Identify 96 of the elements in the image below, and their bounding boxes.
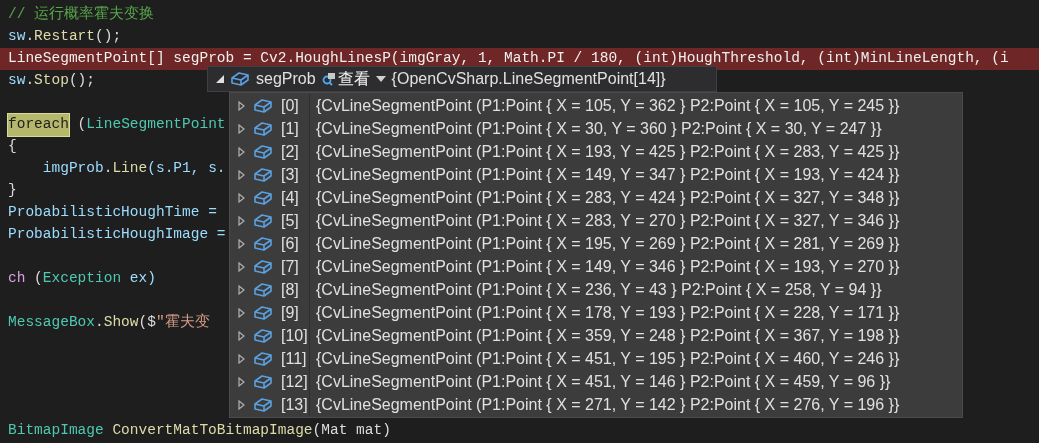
- code-text: (: [76, 115, 87, 135]
- item-value: {CvLineSegmentPoint (P1:Point { X = 283, Y = 270 } P2:Point { X = 327, Y = 346 }}: [315, 210, 900, 231]
- item-value: {CvLineSegmentPoint (P1:Point { X = 236, Y = 43 } P2:Point { X = 258, Y = 94 }}: [315, 279, 882, 300]
- code-text: Show: [103, 313, 139, 333]
- object-icon: [253, 304, 273, 321]
- code-text: BitmapImage: [8, 421, 104, 441]
- item-value: {CvLineSegmentPoint (P1:Point { X = 359, Y = 248 } P2:Point { X = 367, Y = 198 }}: [315, 325, 900, 346]
- item-value: {CvLineSegmentPoint (P1:Point { X = 105, Y = 362 } P2:Point { X = 105, Y = 245 }}: [315, 95, 900, 116]
- code-text: (Mat mat): [312, 421, 391, 441]
- item-index: [9]: [281, 302, 299, 323]
- expand-icon[interactable]: [238, 123, 245, 134]
- item-value: {CvLineSegmentPoint (P1:Point { X = 178, Y = 193 } P2:Point { X = 228, Y = 171 }}: [315, 302, 900, 323]
- object-icon: [253, 258, 273, 275]
- view-button[interactable]: 查看: [321, 67, 370, 91]
- code-text: ProbabilisticHoughImage =: [8, 225, 226, 245]
- code-text: .: [25, 27, 35, 47]
- expand-icon[interactable]: [238, 238, 245, 249]
- dropdown-caret-icon[interactable]: [375, 76, 386, 82]
- item-value: {CvLineSegmentPoint (P1:Point { X = 451, Y = 146 } P2:Point { X = 459, Y = 96 }}: [315, 371, 891, 392]
- code-text: ();: [68, 71, 96, 91]
- object-icon: [253, 120, 273, 137]
- object-icon: [253, 97, 273, 114]
- expand-icon[interactable]: [238, 192, 245, 203]
- code-text: sw: [8, 27, 26, 47]
- item-index: [6]: [281, 233, 299, 254]
- object-icon: [253, 143, 273, 160]
- expand-icon[interactable]: [238, 353, 245, 364]
- expand-icon[interactable]: [238, 284, 245, 295]
- item-index: [7]: [281, 256, 299, 277]
- variable-name: segProb: [256, 69, 316, 89]
- item-index: [13]: [281, 394, 308, 415]
- code-text: foreach: [8, 114, 69, 136]
- code-text: .: [103, 159, 113, 179]
- code-text: ch: [8, 269, 26, 289]
- item-index: [5]: [281, 210, 299, 231]
- expand-icon[interactable]: [238, 169, 245, 180]
- code-text: ();: [95, 27, 122, 47]
- code-text: LineSegmentPoint: [86, 115, 226, 135]
- expand-icon[interactable]: [238, 330, 245, 341]
- code-text: ($: [138, 313, 156, 333]
- object-icon: [253, 281, 273, 298]
- item-value: {CvLineSegmentPoint (P1:Point { X = 271, Y = 142 } P2:Point { X = 276, Y = 196 }}: [315, 394, 900, 415]
- object-icon: [253, 212, 273, 229]
- code-text: Stop: [34, 71, 69, 91]
- expand-icon[interactable]: [238, 376, 245, 387]
- code-text: (: [33, 269, 43, 289]
- collapse-icon[interactable]: [216, 75, 224, 83]
- code-text: LineSegmentPoint[] segProb = Cv2.HoughLinesP(imgGray, 1, Math.PI / 180, (int)HoughThreshold, (int)MinLineLength, (i: [8, 49, 1009, 69]
- object-icon: [253, 396, 273, 413]
- code-text: MessageBox: [8, 313, 95, 333]
- code-text: imgProb: [41, 159, 104, 179]
- expand-icon[interactable]: [238, 215, 245, 226]
- expand-icon[interactable]: [238, 307, 245, 318]
- code-text: .: [25, 71, 35, 91]
- code-text: // 运行概率霍夫变换: [8, 4, 155, 25]
- code-text: (s.P1, s.: [147, 159, 226, 179]
- item-value: {CvLineSegmentPoint (P1:Point { X = 149, Y = 347 } P2:Point { X = 193, Y = 424 }}: [315, 164, 900, 185]
- expand-icon[interactable]: [238, 146, 245, 157]
- object-icon: [253, 189, 273, 206]
- code-text: }: [8, 181, 17, 201]
- item-value: {CvLineSegmentPoint (P1:Point { X = 283, Y = 424 } P2:Point { X = 327, Y = 348 }}: [315, 187, 900, 208]
- code-text: Exception: [42, 269, 122, 289]
- item-index: [11]: [281, 348, 307, 369]
- object-icon: [253, 350, 273, 367]
- expand-icon[interactable]: [238, 100, 245, 111]
- item-index: [2]: [281, 141, 299, 162]
- item-index: [4]: [281, 187, 299, 208]
- item-index: [3]: [281, 164, 299, 185]
- code-text: ConvertMatToBitmapImage: [112, 421, 313, 441]
- item-index: [12]: [281, 371, 308, 392]
- object-icon: [253, 235, 273, 252]
- code-text: Line: [112, 159, 148, 179]
- item-index: [8]: [281, 279, 299, 300]
- object-icon: [253, 373, 273, 390]
- code-text: sw: [8, 71, 26, 91]
- item-value: {CvLineSegmentPoint (P1:Point { X = 195, Y = 269 } P2:Point { X = 281, Y = 269 }}: [315, 233, 900, 254]
- item-value: {CvLineSegmentPoint (P1:Point { X = 193, Y = 425 } P2:Point { X = 283, Y = 425 }}: [315, 141, 900, 162]
- code-text: .: [95, 313, 104, 333]
- item-index: [1]: [281, 118, 299, 139]
- object-icon: [230, 71, 250, 87]
- code-text: {: [8, 137, 17, 157]
- item-value: {CvLineSegmentPoint (P1:Point { X = 149, Y = 346 } P2:Point { X = 193, Y = 270 }}: [315, 256, 900, 277]
- item-index: [10]: [281, 325, 308, 346]
- item-value: {CvLineSegmentPoint (P1:Point { X = 30, Y = 360 } P2:Point { X = 30, Y = 247 }}: [315, 118, 882, 139]
- code-text: ProbabilisticHoughTime =: [8, 203, 217, 223]
- variable-value: {OpenCvSharp.LineSegmentPoint[14]}: [391, 69, 666, 89]
- expand-icon[interactable]: [238, 399, 245, 410]
- code-text: "霍夫变: [155, 312, 210, 333]
- expand-icon[interactable]: [238, 261, 245, 272]
- object-icon: [253, 166, 273, 183]
- object-icon: [253, 327, 273, 344]
- code-text: Restart: [34, 27, 96, 47]
- code-text: ex): [128, 269, 156, 289]
- search-icon: [321, 72, 336, 86]
- item-index: [0]: [281, 95, 299, 116]
- item-value: {CvLineSegmentPoint (P1:Point { X = 451, Y = 195 } P2:Point { X = 460, Y = 246 }}: [315, 348, 900, 369]
